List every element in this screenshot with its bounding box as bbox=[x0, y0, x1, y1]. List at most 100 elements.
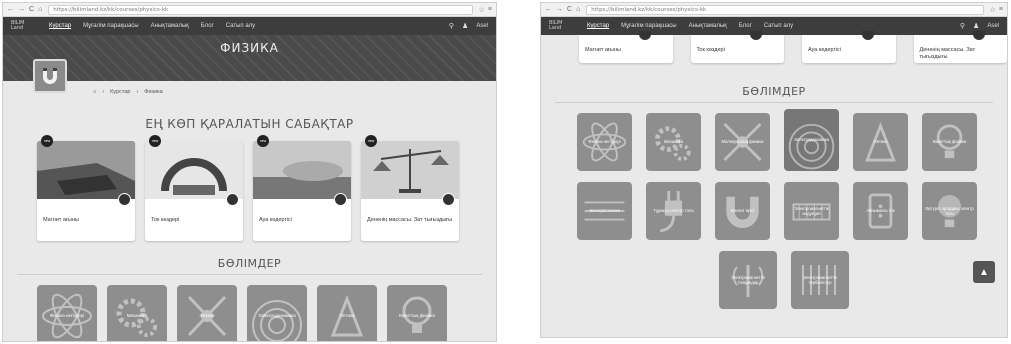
section-tile[interactable]: Механика bbox=[107, 285, 167, 341]
magnet-icon bbox=[43, 68, 57, 84]
section-tile[interactable]: Физика bbox=[177, 285, 237, 341]
site-logo[interactable]: BILIM Land bbox=[549, 21, 577, 31]
section-label: Электромагниттік тербелістер bbox=[802, 274, 838, 285]
popular-title: ЕҢ КӨП ҚАРАЛАТЫН САБАҚТАР bbox=[145, 117, 354, 131]
menu-item-teacher[interactable]: Мұғалім парақшасы bbox=[83, 23, 139, 29]
section-tile[interactable]: Тұрақты электр тогы bbox=[646, 182, 701, 240]
reload-icon[interactable]: C bbox=[29, 6, 34, 13]
section-tile[interactable]: Оптика bbox=[853, 113, 908, 171]
star-icon[interactable]: ☆ bbox=[479, 6, 485, 14]
menu-icon[interactable]: ≡ bbox=[488, 6, 492, 14]
home-icon[interactable]: ⌂ bbox=[93, 89, 96, 95]
menu-icon[interactable]: ≡ bbox=[999, 6, 1003, 14]
main-menu: Курстар Мұғалім парақшасы Анықтамалық Бл… bbox=[587, 23, 960, 29]
menu-item-courses[interactable]: Курстар bbox=[49, 23, 71, 29]
section-tile[interactable]: Электромагниттік толқындар bbox=[719, 251, 777, 309]
section-label: Магнит өрісі bbox=[730, 208, 755, 214]
new-badge: new bbox=[257, 135, 269, 147]
section-tile[interactable]: Физика негіздері bbox=[37, 285, 97, 341]
section-label: Әртүрлі ортадағы электр тогы bbox=[925, 205, 974, 216]
menu-item-blog[interactable]: Блог bbox=[739, 23, 752, 29]
section-tile[interactable]: Электростатика bbox=[577, 182, 632, 240]
forward-icon[interactable]: → bbox=[18, 6, 25, 13]
divider bbox=[555, 102, 993, 103]
breadcrumb-courses[interactable]: Курстар bbox=[110, 89, 130, 95]
section-tile[interactable]: Молекулалық физика bbox=[715, 113, 770, 171]
section-tile[interactable]: Механика bbox=[646, 113, 701, 171]
lesson-card[interactable]: new Ауа кедергісі bbox=[253, 135, 351, 241]
lesson-type-icon bbox=[118, 193, 131, 206]
breadcrumb: ⌂ › Курстар › Физика bbox=[3, 81, 496, 103]
back-icon[interactable]: ← bbox=[7, 6, 14, 13]
user-name[interactable]: Asel bbox=[987, 23, 999, 29]
address-bar[interactable]: https://bilimland.kz/kk/courses/physics-… bbox=[48, 4, 473, 15]
user-icon[interactable]: ♟ bbox=[973, 22, 979, 30]
home-icon[interactable]: ⌂ bbox=[38, 6, 42, 13]
section-label: Кванттық физика bbox=[932, 139, 967, 145]
menu-item-reference[interactable]: Анықтамалық bbox=[689, 23, 727, 29]
address-bar[interactable]: https://bilimland.kz/kk/courses/physics-… bbox=[586, 4, 984, 15]
section-tile[interactable]: Әртүрлі ортадағы электр тогы bbox=[922, 182, 977, 240]
menu-item-reference[interactable]: Анықтамалық bbox=[151, 23, 189, 29]
lesson-type-icon bbox=[442, 193, 455, 206]
section-tile[interactable]: Электромагниттік индукция bbox=[784, 182, 839, 240]
section-label: Физика негіздері bbox=[49, 313, 85, 319]
lesson-card[interactable]: Магнит ағыны bbox=[579, 31, 673, 63]
section-label: Кванттық физика bbox=[399, 313, 435, 319]
lesson-card[interactable]: new Магнит ағыны bbox=[37, 135, 135, 241]
lesson-card[interactable]: Ток көздері bbox=[690, 31, 784, 63]
menu-item-buy[interactable]: Сатып алу bbox=[764, 23, 793, 29]
back-icon[interactable]: ← bbox=[545, 6, 552, 13]
lesson-card[interactable]: Дененің массасы. Зат тығыздығы bbox=[913, 31, 1007, 63]
section-tile[interactable]: Кванттық физика bbox=[922, 113, 977, 171]
section-tile[interactable]: Айнымалы ток bbox=[853, 182, 908, 240]
home-icon[interactable]: ⌂ bbox=[576, 6, 580, 13]
course-icon bbox=[33, 59, 67, 93]
popular-lessons: new Магнит ағыны new Ток көздері new Ауа… bbox=[3, 131, 496, 241]
menu-item-courses[interactable]: Курстар bbox=[587, 23, 609, 29]
lesson-type-icon bbox=[226, 193, 239, 206]
section-tile[interactable]: Электродинамика bbox=[247, 285, 307, 341]
menu-item-blog[interactable]: Блог bbox=[201, 23, 214, 29]
section-label: Физика негіздері bbox=[588, 139, 621, 145]
section-label: Тұрақты электр тогы bbox=[653, 208, 694, 214]
menu-item-teacher[interactable]: Мұғалім парақшасы bbox=[621, 23, 677, 29]
menu-item-buy[interactable]: Сатып алу bbox=[226, 23, 255, 29]
section-tile[interactable]: Магнит өрісі bbox=[715, 182, 770, 240]
lesson-card[interactable]: new Ток көздері bbox=[145, 135, 243, 241]
section-label: Механика bbox=[663, 139, 684, 145]
popular-lessons-scrolled: Магнит ағыны Ток көздері Ауа кедергісі Д… bbox=[541, 31, 1007, 63]
section-tile[interactable]: Кванттық физика bbox=[387, 285, 447, 341]
star-icon[interactable]: ☆ bbox=[990, 6, 996, 14]
forward-icon[interactable]: → bbox=[556, 6, 563, 13]
section-tile[interactable]: Физика негіздері bbox=[577, 113, 632, 171]
site-navbar: BILIM Land Курстар Мұғалім парақшасы Аны… bbox=[541, 17, 1007, 35]
section-tile[interactable]: Оптика bbox=[317, 285, 377, 341]
breadcrumb-sep-icon: › bbox=[136, 89, 139, 95]
lesson-title: Ток көздері bbox=[696, 47, 725, 53]
scroll-to-top-button[interactable]: ▲ bbox=[973, 261, 995, 283]
main-menu: Курстар Мұғалім парақшасы Анықтамалық Бл… bbox=[49, 23, 449, 29]
section-label: Электродинамика bbox=[794, 137, 829, 143]
sections-title: БӨЛІМДЕР bbox=[742, 85, 806, 98]
section-tile-active[interactable]: Электродинамика bbox=[784, 109, 839, 171]
browser-extensions: ☆ ≡ bbox=[990, 6, 1003, 14]
section-label: Физика bbox=[199, 313, 215, 319]
lesson-image bbox=[361, 141, 459, 199]
user-icon[interactable]: ♟ bbox=[462, 22, 468, 30]
section-tile[interactable]: Электромагниттік тербелістер bbox=[791, 251, 849, 309]
user-name[interactable]: Asel bbox=[476, 23, 488, 29]
section-label: Айнымалы ток bbox=[866, 208, 895, 214]
browser-toolbar: ← → C ⌂ https://bilimland.kz/kk/courses/… bbox=[541, 3, 1007, 17]
nav-right: ⚲ ♟ Asel bbox=[449, 22, 488, 30]
reload-icon[interactable]: C bbox=[567, 6, 572, 13]
sections-grid: Физика негіздері Механика Физика Электро… bbox=[3, 275, 496, 341]
lesson-type-icon bbox=[334, 193, 347, 206]
search-icon[interactable]: ⚲ bbox=[960, 22, 965, 30]
lesson-card[interactable]: new Дененің массасы. Зат тығыздығы bbox=[361, 135, 459, 241]
search-icon[interactable]: ⚲ bbox=[449, 22, 454, 30]
lesson-card[interactable]: Ауа кедергісі bbox=[802, 31, 896, 63]
browser-extensions: ☆ ≡ bbox=[479, 6, 492, 14]
new-badge: new bbox=[41, 135, 53, 147]
site-logo[interactable]: BILIM Land bbox=[11, 21, 39, 31]
